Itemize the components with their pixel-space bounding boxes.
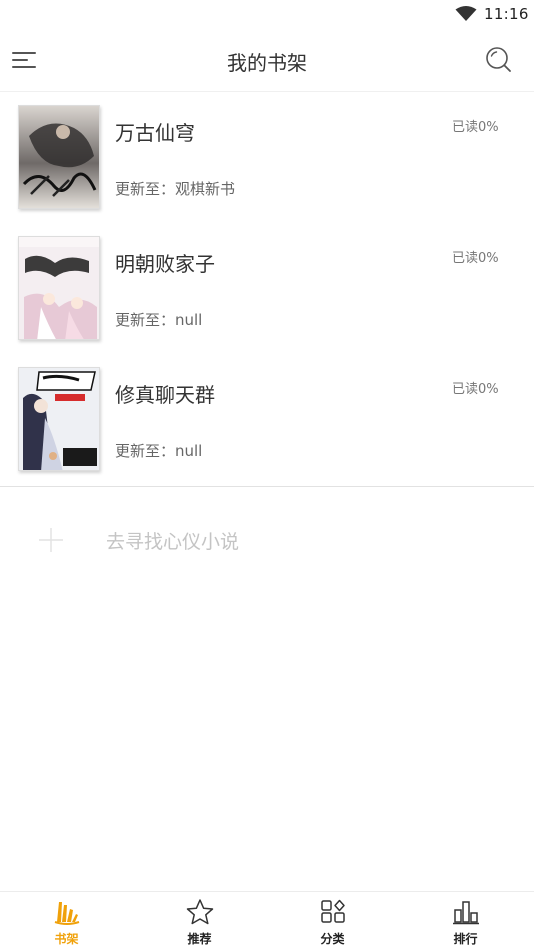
status-bar: 11:16: [0, 0, 534, 30]
book-cover: [18, 236, 100, 340]
book-cover: [18, 105, 100, 209]
nav-bookshelf[interactable]: 书架: [0, 892, 133, 949]
bottom-nav: 书架 推荐 分类 排行: [0, 891, 534, 949]
bookshelf-icon: [54, 902, 79, 925]
nav-label: 分类: [320, 932, 345, 946]
status-time: 11:16: [484, 5, 529, 23]
top-bar: 我的书架: [0, 30, 534, 92]
latest-chapter: 更新至：观棋新书: [115, 180, 236, 198]
search-icon: [486, 47, 511, 72]
read-progress: 已读0%: [452, 382, 499, 397]
latest-chapter: 更新至：null: [115, 442, 203, 460]
book-title: 修真聊天群: [115, 383, 215, 407]
book-cover-image: [19, 106, 99, 208]
ranking-icon: [452, 901, 479, 925]
wifi-icon: [455, 6, 477, 21]
star-icon: [186, 899, 213, 925]
nav-label: 书架: [54, 932, 79, 946]
plus-icon: [39, 528, 63, 552]
latest-chapter: 更新至：null: [115, 311, 203, 329]
bookshelf-screen: 11:16 我的书架 万古仙穹 已读0% 更新至：观棋新书 明朝败家子 已读0%…: [0, 0, 534, 949]
list-divider: [0, 486, 534, 487]
find-novel-label: 去寻找心仪小说: [106, 531, 240, 553]
nav-label: 推荐: [187, 932, 212, 946]
search-button[interactable]: [484, 45, 514, 75]
book-list: 万古仙穹 已读0% 更新至：观棋新书 明朝败家子 已读0% 更新至：null 修…: [0, 92, 534, 485]
book-title: 万古仙穹: [115, 121, 195, 145]
book-item[interactable]: 万古仙穹 已读0% 更新至：观棋新书: [0, 92, 534, 223]
book-cover-image: [19, 368, 99, 470]
nav-recommend[interactable]: 推荐: [133, 892, 266, 949]
book-title: 明朝败家子: [115, 252, 215, 276]
book-cover: [18, 367, 100, 471]
nav-label: 排行: [453, 932, 478, 946]
nav-category[interactable]: 分类: [266, 892, 399, 949]
category-icon: [320, 899, 345, 923]
page-title: 我的书架: [227, 51, 307, 75]
read-progress: 已读0%: [452, 251, 499, 266]
book-item[interactable]: 修真聊天群 已读0% 更新至：null: [0, 354, 534, 485]
book-item[interactable]: 明朝败家子 已读0% 更新至：null: [0, 223, 534, 354]
book-cover-image: [19, 237, 99, 339]
find-novel-button[interactable]: 去寻找心仪小说: [0, 517, 534, 563]
nav-ranking[interactable]: 排行: [399, 892, 532, 949]
read-progress: 已读0%: [452, 120, 499, 135]
